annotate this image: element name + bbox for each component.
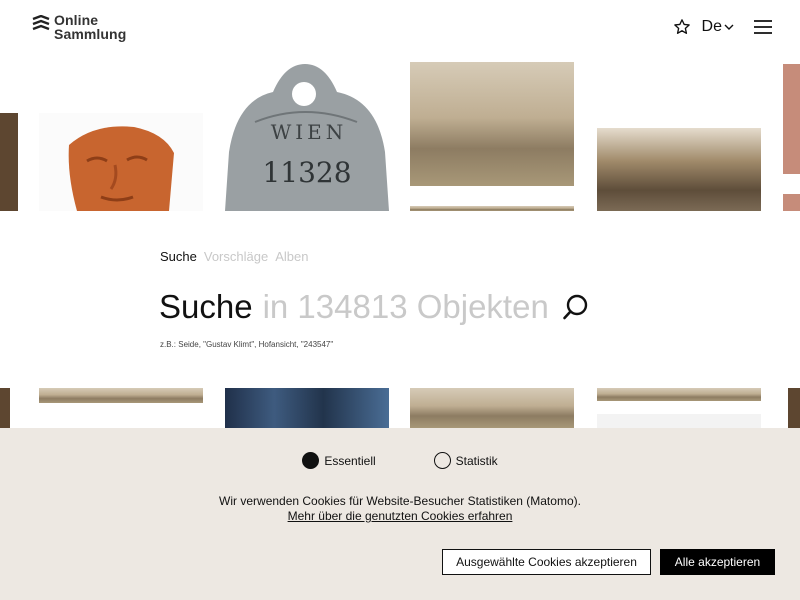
cookie-banner: Essentiell Statistik Wir verwenden Cooki… — [0, 428, 800, 600]
logo-mark-icon — [32, 15, 50, 31]
cookie-option-statistik[interactable]: Statistik — [433, 452, 498, 469]
collage-tile-city-photo[interactable] — [410, 62, 574, 186]
search-placeholder: in 134813 Objekten — [262, 288, 549, 325]
collage-tile-right-edge[interactable] — [783, 64, 800, 174]
collage-tile-right-edge-2[interactable] — [783, 194, 800, 211]
collage-tile-clay-mask[interactable] — [39, 113, 203, 211]
header: Online Sammlung De — [0, 0, 800, 62]
tab-alben[interactable]: Alben — [275, 249, 308, 264]
radio-statistik[interactable] — [433, 452, 451, 469]
collage-tile-ballroom[interactable] — [597, 128, 761, 211]
collage-tile-lower-4[interactable] — [597, 388, 761, 401]
menu-icon[interactable] — [754, 19, 772, 35]
search-label: Suche — [159, 288, 253, 325]
token-text-wien: WIEN — [270, 120, 348, 144]
cookie-option-label: Statistik — [455, 453, 498, 468]
cookie-option-essentiell[interactable]: Essentiell — [302, 452, 376, 469]
logo-text-line1: Online — [54, 12, 99, 28]
language-label: De — [701, 18, 722, 35]
tab-suche[interactable]: Suche — [160, 249, 197, 264]
page: WIEN 11328 Online Sammlung De Suche Vors… — [0, 0, 800, 600]
accept-all-button[interactable]: Alle akzeptieren — [660, 549, 775, 575]
header-actions: De — [673, 18, 772, 36]
search-icon[interactable] — [562, 293, 590, 321]
collage-tile-wien-token[interactable]: WIEN 11328 — [225, 62, 389, 211]
search-example-hint: z.B.: Seide, "Gustav Klimt", Hofansicht,… — [160, 340, 334, 349]
collage-tile-bridge[interactable] — [410, 388, 574, 428]
tab-vorschlaege[interactable]: Vorschläge — [204, 249, 268, 264]
cookie-text: Wir verwenden Cookies für Website-Besuch… — [219, 494, 581, 508]
clay-mask-image — [68, 126, 174, 211]
chevron-down-icon — [724, 24, 734, 30]
logo-text: Online Sammlung — [54, 13, 126, 41]
collage-tile-lower-5[interactable] — [597, 414, 761, 428]
search-input[interactable]: Suche in 134813 Objekten — [159, 287, 590, 327]
logo[interactable]: Online Sammlung — [32, 13, 126, 41]
star-icon[interactable] — [673, 18, 691, 36]
collage-tile-frame-left[interactable] — [0, 113, 18, 211]
cookie-link-row: Mehr über die genutzten Cookies erfahren — [0, 509, 800, 524]
accept-selected-button[interactable]: Ausgewählte Cookies akzeptieren — [442, 549, 651, 575]
radio-essentiell[interactable] — [302, 452, 320, 469]
collage-tile-lower-2[interactable] — [225, 388, 389, 428]
cookie-info-link[interactable]: Mehr über die genutzten Cookies erfahren — [288, 509, 513, 523]
token-text-number: 11328 — [262, 156, 352, 189]
collage-tile-lower-right[interactable] — [788, 388, 800, 428]
collage-tile-lower-left[interactable] — [0, 388, 10, 428]
search-panel: Suche Vorschläge Alben Suche in 134813 O… — [0, 211, 800, 388]
search-tabs: Suche Vorschläge Alben — [160, 249, 308, 264]
collage-tile-lower-1[interactable] — [39, 388, 203, 403]
cookie-options: Essentiell Statistik — [0, 452, 800, 469]
cookie-option-label: Essentiell — [324, 453, 376, 468]
language-selector[interactable]: De — [702, 18, 734, 36]
logo-text-line2: Sammlung — [54, 26, 127, 42]
